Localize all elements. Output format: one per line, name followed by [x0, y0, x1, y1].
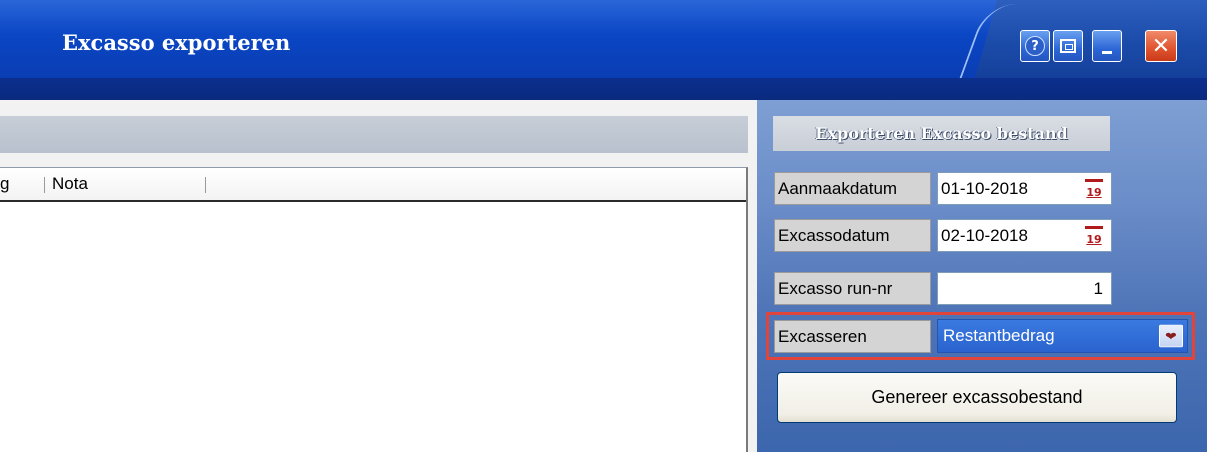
chevron-down-icon[interactable]: ❤	[1159, 324, 1183, 348]
column-separator[interactable]	[44, 177, 45, 193]
excassodatum-field[interactable]: 02-10-2018 19	[937, 219, 1112, 252]
minimize-button[interactable]	[1092, 30, 1122, 62]
excasso-export-window: Excasso exporteren ? ✕ g Nota Exporteren…	[0, 0, 1207, 452]
left-content-area: g Nota	[0, 100, 757, 452]
calendar-icon[interactable]: 19	[1085, 225, 1103, 246]
minimize-icon	[1102, 50, 1112, 54]
menu-strip	[0, 78, 1207, 100]
excasseren-label: Excasseren	[774, 320, 931, 353]
results-grid[interactable]: g Nota	[0, 167, 748, 452]
excasseren-select[interactable]: Restantbedrag ❤	[937, 319, 1188, 353]
aanmaakdatum-label: Aanmaakdatum	[774, 172, 931, 205]
run-nr-field[interactable]: 1	[937, 272, 1112, 305]
restore-button[interactable]	[1053, 30, 1083, 62]
excassodatum-value: 02-10-2018	[941, 225, 1028, 245]
run-nr-label: Excasso run-nr	[774, 272, 931, 305]
title-bar: Excasso exporteren ? ✕	[0, 0, 1207, 78]
restore-icon	[1060, 39, 1076, 53]
column-separator[interactable]	[205, 177, 206, 193]
help-icon: ?	[1025, 36, 1045, 56]
excassodatum-label: Excassodatum	[774, 219, 931, 252]
column-header-nota[interactable]: Nota	[52, 174, 88, 194]
export-panel: Exporteren Excasso bestand Aanmaakdatum …	[757, 100, 1207, 452]
close-button[interactable]: ✕	[1145, 30, 1177, 62]
grid-header: g Nota	[0, 168, 746, 202]
aanmaakdatum-field[interactable]: 01-10-2018 19	[937, 172, 1112, 205]
excasseren-value: Restantbedrag	[943, 326, 1055, 345]
calendar-icon[interactable]: 19	[1085, 178, 1103, 199]
aanmaakdatum-value: 01-10-2018	[941, 178, 1028, 198]
help-button[interactable]: ?	[1020, 30, 1050, 62]
filter-bar	[0, 116, 748, 153]
run-nr-value: 1	[1093, 278, 1103, 298]
close-icon: ✕	[1151, 33, 1171, 59]
window-title: Excasso exporteren	[62, 30, 291, 55]
panel-title: Exporteren Excasso bestand	[773, 116, 1110, 151]
column-header-partial[interactable]: g	[0, 174, 9, 194]
generate-file-button[interactable]: Genereer excassobestand	[777, 372, 1177, 423]
